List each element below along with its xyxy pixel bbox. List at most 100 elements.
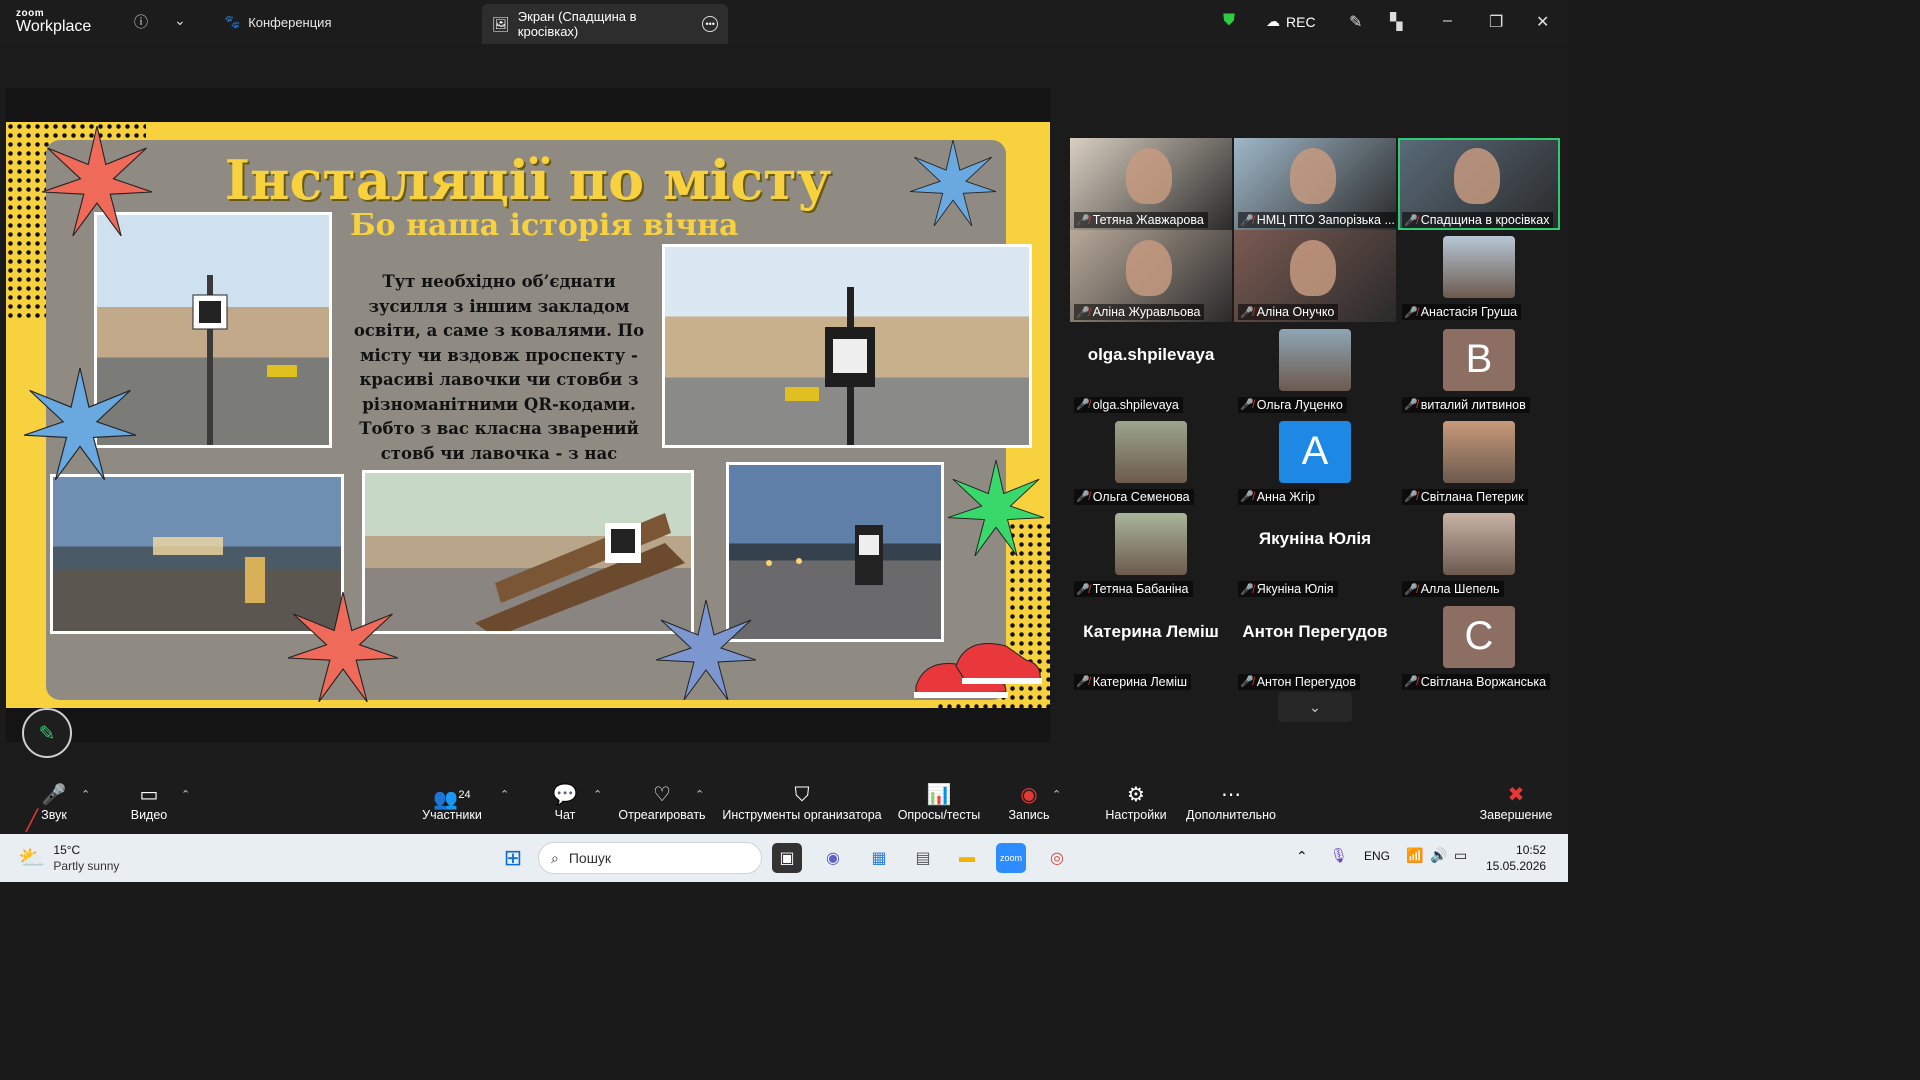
participant-name-tag: 🎤̸ Катерина Леміш <box>1074 673 1192 690</box>
participant-tile[interactable]: A 🎤̸ Анна Жгір <box>1234 415 1396 507</box>
shield-icon[interactable]: ⛊ <box>1223 12 1235 30</box>
weather-desc: Partly sunny <box>53 859 120 873</box>
participant-tile[interactable]: Якуніна Юлія 🎤̸ Якуніна Юлія <box>1234 507 1396 599</box>
settings-button[interactable]: ⚙ Настройки <box>1102 782 1170 822</box>
recording-indicator[interactable]: ☁ REC <box>1266 13 1316 30</box>
participants-icon: 👥24 <box>433 788 471 811</box>
windows-start-icon[interactable]: ⊞ <box>498 843 528 873</box>
language-indicator[interactable]: ENG <box>1364 849 1390 863</box>
participants-options-caret[interactable]: ⌃ <box>500 788 509 801</box>
minimize-icon[interactable]: – <box>1443 12 1452 30</box>
participant-tile[interactable]: 🎤̸ Спадщина в кросівках <box>1398 138 1560 230</box>
blue-star-decoration <box>24 368 136 480</box>
zoom-app-icon[interactable]: zoom <box>996 843 1026 873</box>
video-options-caret[interactable]: ⌃ <box>181 788 190 801</box>
host-tools-button[interactable]: ⛉ Инструменты организатора <box>720 782 884 822</box>
participant-tile[interactable]: B 🎤̸ виталий литвинов <box>1398 323 1560 415</box>
photos-app-icon[interactable]: ▦ <box>864 843 894 873</box>
participant-tile[interactable]: 🎤̸ Ольга Луценко <box>1234 323 1396 415</box>
participant-tile[interactable]: 🎤̸ Анастасія Груша <box>1398 230 1560 322</box>
info-icon[interactable]: ⓘ <box>134 12 148 32</box>
chat-label: Чат <box>554 808 576 822</box>
participant-name-tag: 🎤̸ Алла Шепель <box>1402 581 1504 598</box>
audio-options-caret[interactable]: ⌃ <box>81 788 90 801</box>
audio-button[interactable]: 🎤╱ Звук <box>26 782 72 832</box>
restore-icon[interactable]: ❐ <box>1489 12 1503 32</box>
participant-tile[interactable]: Катерина Леміш 🎤̸ Катерина Леміш <box>1070 600 1232 692</box>
wifi-icon[interactable]: 📶 <box>1406 847 1423 864</box>
weather-widget[interactable]: ⛅ 15°C Partly sunny <box>18 842 119 874</box>
participant-tile[interactable]: 🎤̸ Світлана Петерик <box>1398 415 1560 507</box>
chat-app-icon[interactable]: ◉ <box>818 843 848 873</box>
layout-icon[interactable]: ▚ <box>1390 12 1402 32</box>
participant-tile[interactable]: 🎤̸ Тетяна Жавжарова <box>1070 138 1232 230</box>
letter-avatar: A <box>1279 420 1351 483</box>
participant-tile[interactable]: 🎤̸ НМЦ ПТО Запорізька ... <box>1234 138 1396 230</box>
more-label: Дополнительно <box>1186 808 1276 822</box>
taskbar-search[interactable]: ⌕ Пошук <box>538 842 762 874</box>
muted-mic-icon: 🎤̸ <box>1240 306 1254 319</box>
muted-mic-icon: 🎤̸ <box>1076 306 1090 319</box>
participant-display-name: olga.shpilevaya <box>1087 344 1215 364</box>
chrome-icon[interactable]: ◎ <box>1042 843 1072 873</box>
weather-temp: 15°C <box>53 843 81 857</box>
react-button[interactable]: ♡ Отреагировать <box>618 782 706 822</box>
participant-tile[interactable]: 🎤̸ Аліна Онучко <box>1234 230 1396 323</box>
blue-star-decoration <box>656 600 756 700</box>
battery-icon[interactable]: ▭ <box>1454 847 1467 864</box>
chat-options-caret[interactable]: ⌃ <box>593 788 602 801</box>
chat-icon: 💬 <box>552 784 578 806</box>
chat-button[interactable]: 💬 Чат <box>550 782 580 822</box>
end-button[interactable]: ✖ Завершение <box>1478 782 1554 822</box>
red-star-decoration <box>288 592 398 702</box>
calculator-icon[interactable]: ▤ <box>908 843 938 873</box>
tab-screen-share[interactable]: 🖼 Экран (Спадщина в кросівках) ••• <box>482 4 728 44</box>
chevron-up-icon[interactable]: ⌃ <box>1296 848 1308 865</box>
participant-tile[interactable]: 🎤̸ Аліна Журавльова <box>1070 230 1232 323</box>
polls-button[interactable]: 📊 Опросы/тесты <box>896 782 982 822</box>
muted-mic-icon: 🎤̸ <box>1076 676 1090 688</box>
participant-tile[interactable]: 🎤̸ Алла Шепель <box>1398 507 1560 599</box>
participant-name-tag: 🎤̸ Ольга Семенова <box>1074 488 1194 505</box>
letter-avatar: C <box>1443 605 1515 668</box>
shield-icon: ⛉ <box>794 784 810 806</box>
chevron-down-icon: ⌄ <box>1309 698 1321 715</box>
video-button[interactable]: ▭ Видео <box>126 782 172 822</box>
avatar <box>1115 513 1187 576</box>
title-bar: zoom Workplace ⓘ ⌄ 🐾 Конференция 🖼 Экран… <box>0 0 1568 46</box>
record-button[interactable]: ◉ Запись <box>1006 782 1052 822</box>
participant-tile[interactable]: C 🎤̸ Світлана Воржанська <box>1398 600 1560 692</box>
slide-title: Інсталяції по місту <box>224 148 832 212</box>
more-icon: ⋯ <box>1221 784 1241 806</box>
volume-icon[interactable]: 🔊 <box>1430 847 1447 864</box>
more-options-icon[interactable]: ••• <box>702 16 718 32</box>
participant-tile[interactable]: olga.shpilevaya 🎤̸ olga.shpilevaya <box>1070 323 1232 415</box>
participant-tile[interactable]: Антон Перегудов 🎤̸ Антон Перегудов <box>1234 600 1396 692</box>
participant-name-tag: 🎤̸ Аліна Онучко <box>1238 304 1339 321</box>
scroll-down-button[interactable]: ⌄ <box>1278 692 1352 722</box>
task-view-icon[interactable]: ▣ <box>772 843 802 873</box>
participant-name: НМЦ ПТО Запорізька ... <box>1256 213 1395 227</box>
tab-conference[interactable]: 🐾 Конференция <box>224 14 331 30</box>
polls-label: Опросы/тесты <box>897 808 981 822</box>
letter-avatar: B <box>1443 328 1515 391</box>
microphone-icon[interactable]: 🎙 <box>1330 847 1348 864</box>
react-options-caret[interactable]: ⌃ <box>695 788 704 801</box>
pen-icon[interactable]: ✎ <box>1349 12 1362 32</box>
annotate-button[interactable]: ✎ <box>22 708 72 758</box>
chevron-down-icon[interactable]: ⌄ <box>174 12 186 29</box>
more-button[interactable]: ⋯ Дополнительно <box>1184 782 1278 822</box>
folder-icon[interactable]: ▬ <box>952 843 982 873</box>
photo-night-street-qr <box>726 462 944 642</box>
muted-mic-icon: 🎤̸ <box>1404 306 1418 319</box>
close-icon[interactable]: ✕ <box>1536 12 1549 32</box>
muted-mic-icon: 🎤̸ <box>1076 399 1090 412</box>
participant-tile[interactable]: 🎤̸ Ольга Семенова <box>1070 415 1232 507</box>
system-clock[interactable]: 10:52 15.05.2026 <box>1486 842 1546 874</box>
participant-tile[interactable]: 🎤̸ Тетяна Бабаніна <box>1070 507 1232 599</box>
participant-name: Ольга Луценко <box>1256 397 1343 412</box>
participants-button[interactable]: 👥24 Участники <box>418 782 486 822</box>
slide-subtitle: Бо наша історія вічна <box>350 208 739 243</box>
record-options-caret[interactable]: ⌃ <box>1052 788 1061 801</box>
participant-name: Аліна Онучко <box>1256 305 1335 320</box>
